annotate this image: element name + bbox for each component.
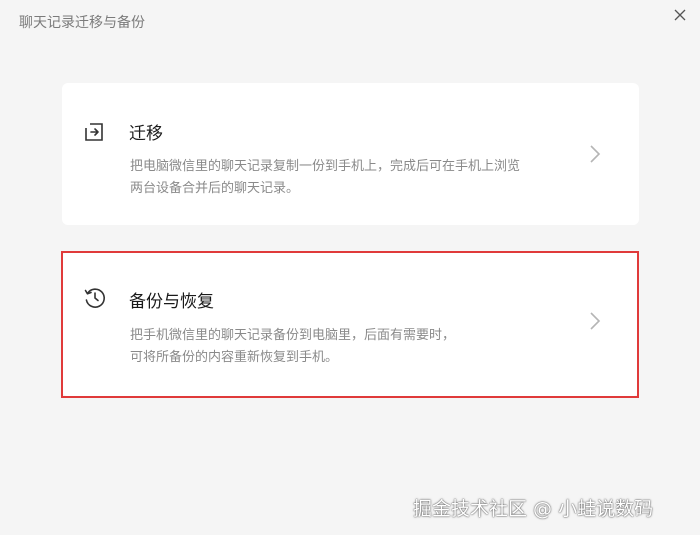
history-clock-icon: [83, 286, 107, 310]
migrate-option-card[interactable]: 迁移 把电脑微信里的聊天记录复制一份到手机上，完成后可在手机上浏览两台设备合并后…: [62, 83, 639, 225]
chevron-right-icon: [589, 311, 601, 331]
migrate-icon: [83, 120, 107, 144]
migrate-description: 把电脑微信里的聊天记录复制一份到手机上，完成后可在手机上浏览两台设备合并后的聊天…: [130, 159, 521, 196]
backup-restore-option-card[interactable]: 备份与恢复 把手机微信里的聊天记录备份到电脑里，后面有需要时， 可将所备份的内容…: [62, 252, 639, 396]
close-icon: [674, 9, 686, 21]
migrate-title: 迁移: [129, 124, 163, 144]
backup-description-line-1: 把手机微信里的聊天记录备份到电脑里，后面有需要时，: [130, 328, 456, 343]
backup-description-line-2: 可将所备份的内容重新恢复到手机。: [130, 350, 339, 365]
chevron-right-icon: [589, 144, 601, 164]
close-button[interactable]: [671, 6, 689, 24]
window-title: 聊天记录迁移与备份: [19, 15, 145, 31]
backup-restore-description: 把手机微信里的聊天记录备份到电脑里，后面有需要时， 可将所备份的内容重新恢复到手…: [130, 325, 525, 369]
backup-restore-title: 备份与恢复: [129, 292, 214, 312]
watermark: 掘金技术社区 @ 小蛙说数码: [413, 498, 654, 520]
